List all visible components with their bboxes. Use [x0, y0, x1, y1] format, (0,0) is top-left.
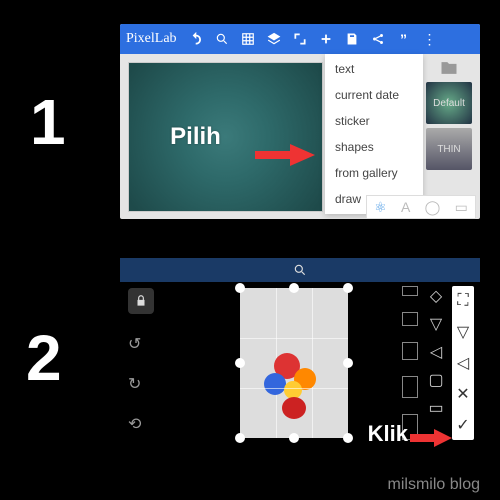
crop-handle[interactable] — [235, 358, 245, 368]
crop-handle[interactable] — [343, 358, 353, 368]
rotate-reset-icon[interactable]: ⟲ — [128, 414, 141, 434]
rotate-controls: ↺ ↻ ⟲ — [128, 334, 141, 434]
edit-canvas[interactable]: Pilih — [128, 62, 323, 212]
cancel-crop-icon[interactable]: ✕ — [456, 384, 469, 404]
crop-side-tools: ◇ ▽ ◁ ▢ ▭ — [426, 286, 446, 418]
lock-aspect-button[interactable] — [128, 288, 154, 314]
crop-handle[interactable] — [289, 433, 299, 443]
flip-h-icon[interactable]: ◁ — [457, 353, 469, 373]
grid-icon[interactable] — [237, 28, 259, 50]
flip-vertical-icon[interactable]: ▽ — [430, 314, 442, 334]
circle-tool-icon[interactable]: ◯ — [425, 199, 441, 216]
instruction-pilih: Pilih — [170, 123, 221, 151]
arrow-icon — [410, 429, 452, 447]
arrow-icon — [255, 144, 315, 166]
menu-item-shapes[interactable]: shapes — [325, 134, 423, 160]
pixellab-body: Pilih text current date sticker shapes f… — [120, 54, 480, 219]
crop-handle[interactable] — [343, 283, 353, 293]
folder-icon[interactable] — [437, 58, 461, 78]
menu-item-from-gallery[interactable]: from gallery — [325, 160, 423, 186]
add-icon[interactable] — [315, 28, 337, 50]
rect-crop-icon[interactable]: ▭ — [428, 398, 443, 418]
step-1-number: 1 — [30, 90, 66, 154]
rect-tool-icon[interactable]: ▭ — [455, 199, 468, 216]
text-tools-bar: ⚛ A ◯ ▭ — [366, 195, 476, 219]
menu-item-current-date[interactable]: current date — [325, 82, 423, 108]
template-thumb-2[interactable]: THIN — [426, 128, 472, 170]
rotate-right-icon[interactable]: ↻ — [128, 374, 141, 394]
crop-handle[interactable] — [289, 283, 299, 293]
template-sidebar: Default THIN — [424, 58, 474, 170]
menu-item-text[interactable]: text — [325, 56, 423, 82]
size-icon[interactable] — [289, 28, 311, 50]
undo-icon[interactable] — [185, 28, 207, 50]
confirm-crop-icon[interactable]: ✓ — [456, 415, 469, 435]
zoom-icon[interactable] — [293, 263, 307, 277]
overflow-menu-icon[interactable]: ⋮ — [419, 28, 441, 50]
text-a-icon[interactable]: A — [401, 199, 410, 215]
save-icon[interactable] — [341, 28, 363, 50]
crop-handle[interactable] — [343, 433, 353, 443]
step-2-number: 2 — [26, 326, 62, 390]
cropped-image — [264, 353, 324, 413]
crop-frame[interactable] — [240, 288, 348, 438]
free-crop-icon[interactable]: ◇ — [430, 286, 442, 306]
crop-panel: ↺ ↻ ⟲ ◇ ▽ ◁ ▢ ▭ ⛶ ▽ ◁ ✕ ✓ Klik — [120, 258, 480, 453]
crop-handle[interactable] — [235, 433, 245, 443]
add-dropdown-menu: text current date sticker shapes from ga… — [325, 54, 423, 214]
atom-tool-icon[interactable]: ⚛ — [374, 199, 387, 216]
rotate-left-icon[interactable]: ↺ — [128, 334, 141, 354]
crop-action-bar: ⛶ ▽ ◁ ✕ ✓ — [452, 286, 474, 440]
fullscreen-icon[interactable]: ⛶ — [457, 291, 468, 311]
watermark-text: milsmilo blog — [388, 476, 480, 494]
zoom-icon[interactable] — [211, 28, 233, 50]
flip-v-icon[interactable]: ▽ — [457, 322, 469, 342]
menu-item-sticker[interactable]: sticker — [325, 108, 423, 134]
quote-icon[interactable]: ” — [393, 28, 415, 50]
share-icon[interactable] — [367, 28, 389, 50]
square-crop-icon[interactable]: ▢ — [428, 370, 443, 390]
template-thumb-1[interactable]: Default — [426, 82, 472, 124]
crop-handle[interactable] — [235, 283, 245, 293]
instruction-klik: Klik — [368, 421, 408, 447]
layers-icon[interactable] — [263, 28, 285, 50]
crop-toolbar — [120, 258, 480, 282]
pixellab-logo: PixelLab — [126, 31, 177, 47]
ratio-scale — [402, 286, 420, 440]
pixellab-toolbar: PixelLab ” ⋮ — [120, 24, 480, 54]
pixellab-panel: PixelLab ” ⋮ Pilih text current date sti… — [120, 24, 480, 219]
flip-horizontal-icon[interactable]: ◁ — [430, 342, 442, 362]
